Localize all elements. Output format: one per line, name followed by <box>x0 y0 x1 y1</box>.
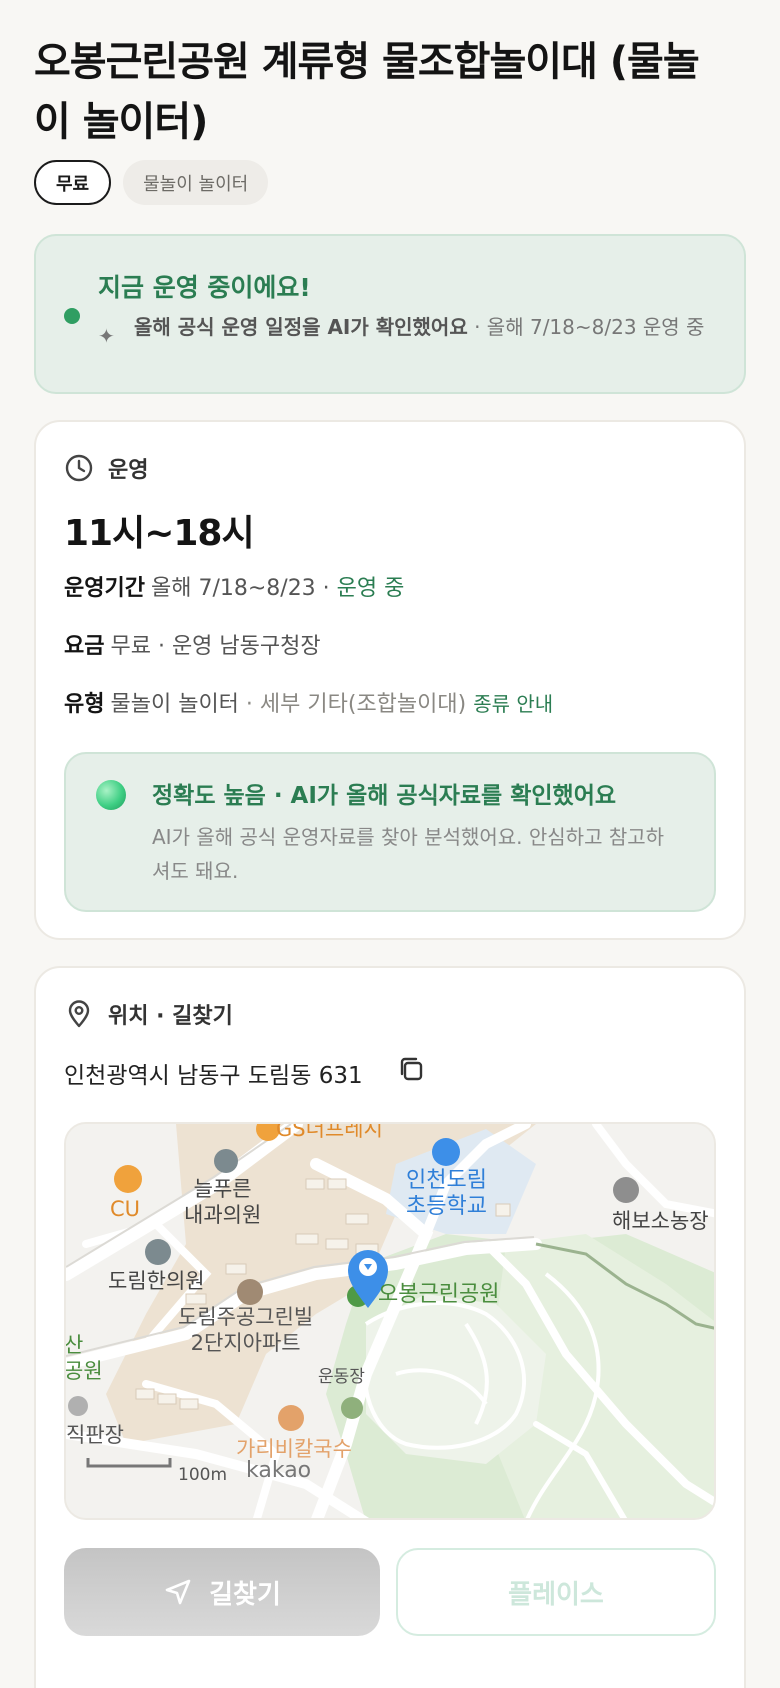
directions-button[interactable]: 길찾기 <box>64 1548 380 1636</box>
map-label-market[interactable]: 직판장 <box>66 1422 124 1448</box>
map-base[interactable] <box>66 1124 716 1520</box>
address-text: 인천광역시 남동구 도림동 631 <box>64 1063 363 1089</box>
kakao-logo: kakao <box>246 1458 312 1483</box>
tag-list: 무료 물놀이 놀이터 <box>34 160 269 205</box>
status-headline: 지금 운영 중이에요! <box>98 273 311 302</box>
period-value: 올해 7/18~8/23 · <box>150 576 337 601</box>
map-label-haebo[interactable]: 해보소농장 <box>612 1208 709 1234</box>
directions-label: 길찾기 <box>209 1579 281 1610</box>
status-banner: 지금 운영 중이에요! ✦ 올해 공식 운영 일정을 AI가 확인했어요 · 올… <box>34 234 746 394</box>
accuracy-title: 정확도 높음 · AI가 올해 공식자료를 확인했어요 <box>152 783 617 809</box>
type-guide-link[interactable]: 종류 안내 <box>473 692 553 716</box>
map-label-apt[interactable]: 도림주공그린빌 2단지아파트 <box>178 1304 313 1356</box>
map-label-clinic2[interactable]: 도림한의원 <box>108 1268 205 1294</box>
type-detail: · 세부 기타(조합놀이대) <box>238 692 474 717</box>
tag-free[interactable]: 무료 <box>34 160 112 205</box>
page-title: 오봉근린공원 계류형 물조합놀이대 (물놀이 놀이터) <box>34 39 700 145</box>
map-label-gs[interactable]: GS더프레시 <box>276 1124 383 1142</box>
operating-hours: 11시~18시 <box>64 513 255 554</box>
fee-label: 요금 <box>64 634 105 659</box>
location-pin-icon <box>68 1000 90 1028</box>
sparkle-icon: ✦ <box>98 324 115 348</box>
tag-type[interactable]: 물놀이 놀이터 <box>123 160 269 205</box>
type-label: 유형 <box>64 692 105 717</box>
navigation-arrow-icon <box>165 1579 191 1605</box>
map-label-left-park[interactable]: 산 공원 <box>66 1332 103 1384</box>
detail-page: 오봉근린공원 계류형 물조합놀이대 (물놀이 놀이터) 무료 물놀이 놀이터 지… <box>0 0 780 1688</box>
hours-section-title: 운영 <box>108 458 149 483</box>
map-label-school[interactable]: 인천도림 초등학교 <box>406 1168 487 1220</box>
hours-section-header: 운영 <box>64 452 148 484</box>
period-row: 운영기간 올해 7/18~8/23 · 운영 중 <box>64 570 404 602</box>
period-status: 운영 중 <box>336 576 405 601</box>
accuracy-box: 정확도 높음 · AI가 올해 공식자료를 확인했어요 AI가 올해 공식 운영… <box>64 752 716 912</box>
status-sub-bold: 올해 공식 운영 일정을 AI가 확인했어요 <box>134 315 468 339</box>
type-row: 유형 물놀이 놀이터 · 세부 기타(조합놀이대) 종류 안내 <box>64 686 553 718</box>
location-section-title: 위치 · 길찾기 <box>108 1004 233 1029</box>
map-view[interactable]: GS더프레시 CU 늘푸른 내과의원 인천도림 초등학교 해보소농장 도림한의원… <box>64 1122 716 1520</box>
place-label: 플레이스 <box>508 1579 604 1610</box>
type-value: 물놀이 놀이터 <box>110 692 239 717</box>
place-button[interactable]: 플레이스 <box>396 1548 716 1636</box>
ai-orb-icon <box>96 780 126 810</box>
fee-value: 무료 · 운영 남동구청장 <box>110 634 321 659</box>
accuracy-description: AI가 올해 공식 운영자료를 찾아 분석했어요. 안심하고 참고하셔도 돼요. <box>152 825 665 883</box>
status-subtext: 올해 공식 운영 일정을 AI가 확인했어요 · 올해 7/18~8/23 운영… <box>134 314 734 340</box>
map-label-park[interactable]: 오봉근린공원 <box>378 1282 499 1308</box>
copy-icon[interactable] <box>396 1054 426 1084</box>
period-label: 운영기간 <box>64 576 145 601</box>
status-dot-icon <box>64 308 80 324</box>
fee-row: 요금 무료 · 운영 남동구청장 <box>64 628 321 660</box>
map-label-cu[interactable]: CU <box>110 1196 140 1222</box>
clock-icon <box>65 454 93 482</box>
map-label-clinic1[interactable]: 늘푸른 내과의원 <box>184 1176 261 1228</box>
location-section-header: 위치 · 길찾기 <box>64 998 233 1030</box>
map-label-field[interactable]: 운동장 <box>318 1364 365 1390</box>
hours-card: 운영 11시~18시 운영기간 올해 7/18~8/23 · 운영 중 요금 무료 … <box>34 420 746 940</box>
action-buttons: 길찾기 플레이스 <box>64 1548 716 1636</box>
map-scale-label: 100m <box>178 1465 228 1485</box>
status-sub-rest: · 올해 7/18~8/23 운영 중 <box>467 315 705 339</box>
